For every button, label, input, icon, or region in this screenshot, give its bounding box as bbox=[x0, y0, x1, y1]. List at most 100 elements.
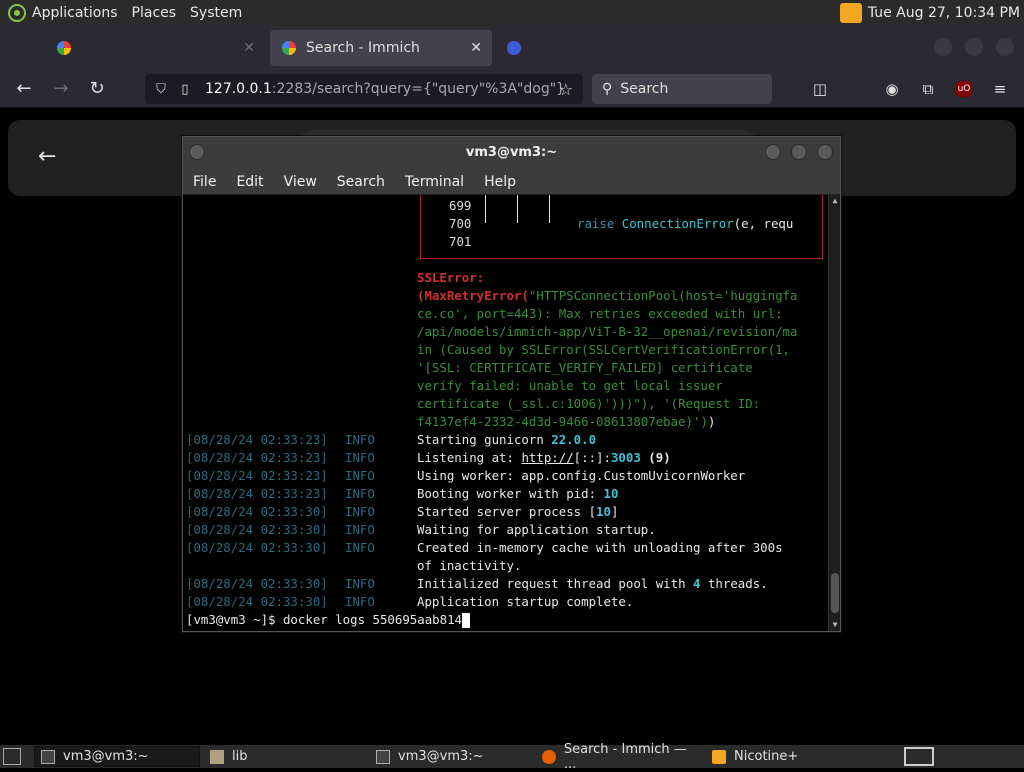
log-text: Starting gunicorn bbox=[417, 432, 552, 447]
error-green: f4137ef4-2332-4d3d-9466-08613807ebae)') bbox=[417, 414, 708, 429]
tab-google[interactable]: ✕ bbox=[45, 30, 265, 66]
back-arrow-icon[interactable]: ← bbox=[38, 144, 56, 169]
scroll-down-icon[interactable]: ▼ bbox=[829, 619, 840, 631]
maximize-button[interactable] bbox=[791, 144, 807, 160]
close-window-button[interactable] bbox=[817, 144, 833, 160]
menu-places[interactable]: Places bbox=[132, 5, 177, 21]
clock[interactable]: Tue Aug 27, 10:34 PM bbox=[868, 5, 1020, 21]
log-message: Initialized request thread pool with 4 t… bbox=[417, 575, 768, 593]
prompt-text: [vm3@vm3 ~]$ docker logs 550695aab814 bbox=[186, 612, 463, 627]
pocket-icon[interactable]: ◫ bbox=[810, 79, 830, 99]
terminal-icon bbox=[41, 749, 55, 764]
log-text: Listening at: bbox=[417, 450, 522, 465]
ssl-error-line: verify failed: unable to get local issue… bbox=[417, 378, 723, 393]
taskbar-item-folder[interactable]: lib bbox=[204, 746, 364, 767]
error-white: ) bbox=[707, 414, 716, 429]
log-text: [::]: bbox=[573, 450, 611, 465]
task-label: vm3@vm3:~ bbox=[63, 749, 149, 764]
minimize-button[interactable] bbox=[934, 38, 952, 56]
nicotine-icon bbox=[712, 749, 726, 764]
log-text: Booting worker with pid: bbox=[417, 486, 604, 501]
tab-label: Search - Immich bbox=[306, 40, 420, 56]
show-desktop-button[interactable] bbox=[3, 748, 21, 765]
taskbar-item-terminal[interactable]: vm3@vm3:~ bbox=[34, 746, 200, 767]
taskbar-item-terminal[interactable]: vm3@vm3:~ bbox=[370, 746, 530, 767]
shell-prompt[interactable]: [vm3@vm3 ~]$ docker logs 550695aab814 bbox=[186, 611, 471, 629]
ssl-error-line: /api/models/immich-app/ViT-B-32__openai/… bbox=[417, 324, 798, 339]
log-timestamp: [08/28/24 02:33:30] bbox=[186, 576, 328, 591]
account-icon[interactable]: ◉ bbox=[882, 79, 902, 99]
code-keyword: raise bbox=[577, 216, 622, 231]
log-timestamp: [08/28/24 02:33:23] bbox=[186, 486, 328, 501]
terminal-output[interactable]: 699 700 raise ConnectionError(e, requ 70… bbox=[183, 195, 840, 631]
trace-guide bbox=[549, 195, 550, 223]
task-label: Search - Immich — ... bbox=[563, 741, 687, 772]
menu-system[interactable]: System bbox=[190, 5, 242, 21]
taskbar-item-nicotine[interactable]: Nicotine+ bbox=[706, 746, 872, 767]
log-text: Started server process [ bbox=[417, 504, 597, 519]
error-green: certificate (_ssl.c:1006)')))"), bbox=[417, 396, 664, 411]
log-text: Initialized request thread pool with bbox=[417, 576, 694, 591]
shield-icon[interactable]: ⛉ bbox=[153, 82, 169, 97]
log-level: INFO bbox=[345, 504, 375, 519]
tab-third[interactable] bbox=[495, 30, 695, 66]
ssl-error-line: in (Caused by SSLError(SSLCertVerificati… bbox=[417, 342, 790, 357]
menu-edit[interactable]: Edit bbox=[236, 174, 263, 190]
tab-search-immich[interactable]: Search - Immich ✕ bbox=[270, 30, 492, 66]
menu-help[interactable]: Help bbox=[484, 174, 516, 190]
log-timestamp: [08/28/24 02:33:30] bbox=[186, 540, 328, 555]
log-level: INFO bbox=[345, 594, 375, 609]
menu-applications[interactable]: Applications bbox=[32, 5, 118, 21]
error-green: "HTTPSConnectionPool(host='huggingfa bbox=[528, 288, 798, 303]
url-bar[interactable]: ⛉ ▯ 127.0.0.1:2283/search?query={"query"… bbox=[145, 74, 583, 104]
search-placeholder: Search bbox=[620, 81, 669, 97]
scroll-up-icon[interactable]: ▲ bbox=[829, 195, 840, 207]
menu-file[interactable]: File bbox=[193, 174, 216, 190]
log-link[interactable]: http:// bbox=[521, 450, 573, 465]
page-icon[interactable]: ▯ bbox=[177, 82, 193, 97]
back-button[interactable]: ← bbox=[13, 78, 35, 100]
nicotine-tray-icon[interactable] bbox=[839, 2, 862, 23]
taskbar-item-firefox[interactable]: Search - Immich — ... bbox=[536, 742, 702, 772]
extensions-icon[interactable]: ⧉ bbox=[918, 79, 938, 99]
folder-icon bbox=[210, 749, 224, 764]
firefox-icon bbox=[542, 749, 556, 764]
reload-button[interactable]: ↻ bbox=[86, 78, 108, 100]
log-timestamp: [08/28/24 02:33:23] bbox=[186, 450, 328, 465]
log-timestamp: [08/28/24 02:33:23] bbox=[186, 432, 328, 447]
log-message: Created in-memory cache with unloading a… bbox=[417, 540, 783, 555]
nav-bar: ← → ↻ ⛉ ▯ 127.0.0.1:2283/search?query={"… bbox=[0, 70, 1024, 108]
ublock-icon[interactable]: uO bbox=[956, 81, 972, 97]
maximize-button[interactable] bbox=[965, 38, 983, 56]
close-icon[interactable]: ✕ bbox=[243, 40, 255, 56]
distro-logo-icon[interactable] bbox=[8, 3, 26, 22]
log-level: INFO bbox=[345, 486, 375, 501]
menu-search[interactable]: Search bbox=[337, 174, 385, 190]
bookmark-star-icon[interactable]: ☆ bbox=[559, 80, 573, 99]
scroll-thumb[interactable] bbox=[831, 573, 839, 613]
log-timestamp: [08/28/24 02:33:30] bbox=[186, 522, 328, 537]
close-window-button[interactable] bbox=[996, 38, 1014, 56]
terminal-titlebar[interactable]: vm3@vm3:~ bbox=[183, 137, 840, 169]
log-level: INFO bbox=[345, 468, 375, 483]
log-message: Application startup complete. bbox=[417, 594, 634, 609]
workspace-switcher[interactable] bbox=[904, 747, 934, 766]
terminal-scrollbar[interactable]: ▲ ▼ bbox=[828, 195, 840, 631]
code-rest: (e, requ bbox=[733, 216, 794, 231]
close-icon[interactable]: ✕ bbox=[470, 40, 482, 56]
menu-terminal[interactable]: Terminal bbox=[405, 174, 464, 190]
log-number: 3003 bbox=[610, 450, 641, 465]
ssl-error-line: certificate (_ssl.c:1006)')))"), '(Reque… bbox=[417, 395, 760, 413]
trace-guide bbox=[517, 195, 518, 223]
window-menu-icon[interactable] bbox=[189, 144, 205, 160]
log-level: INFO bbox=[345, 522, 375, 537]
trace-line-number: 700 bbox=[449, 216, 472, 231]
hamburger-menu-icon[interactable]: ≡ bbox=[990, 79, 1010, 99]
terminal-menubar: File Edit View Search Terminal Help bbox=[183, 169, 840, 195]
minimize-button[interactable] bbox=[765, 144, 781, 160]
menu-view[interactable]: View bbox=[284, 174, 317, 190]
search-field[interactable]: ⚲ Search bbox=[592, 74, 772, 104]
terminal-title: vm3@vm3:~ bbox=[465, 145, 558, 160]
log-level: INFO bbox=[345, 576, 375, 591]
forward-button[interactable]: → bbox=[50, 78, 72, 100]
